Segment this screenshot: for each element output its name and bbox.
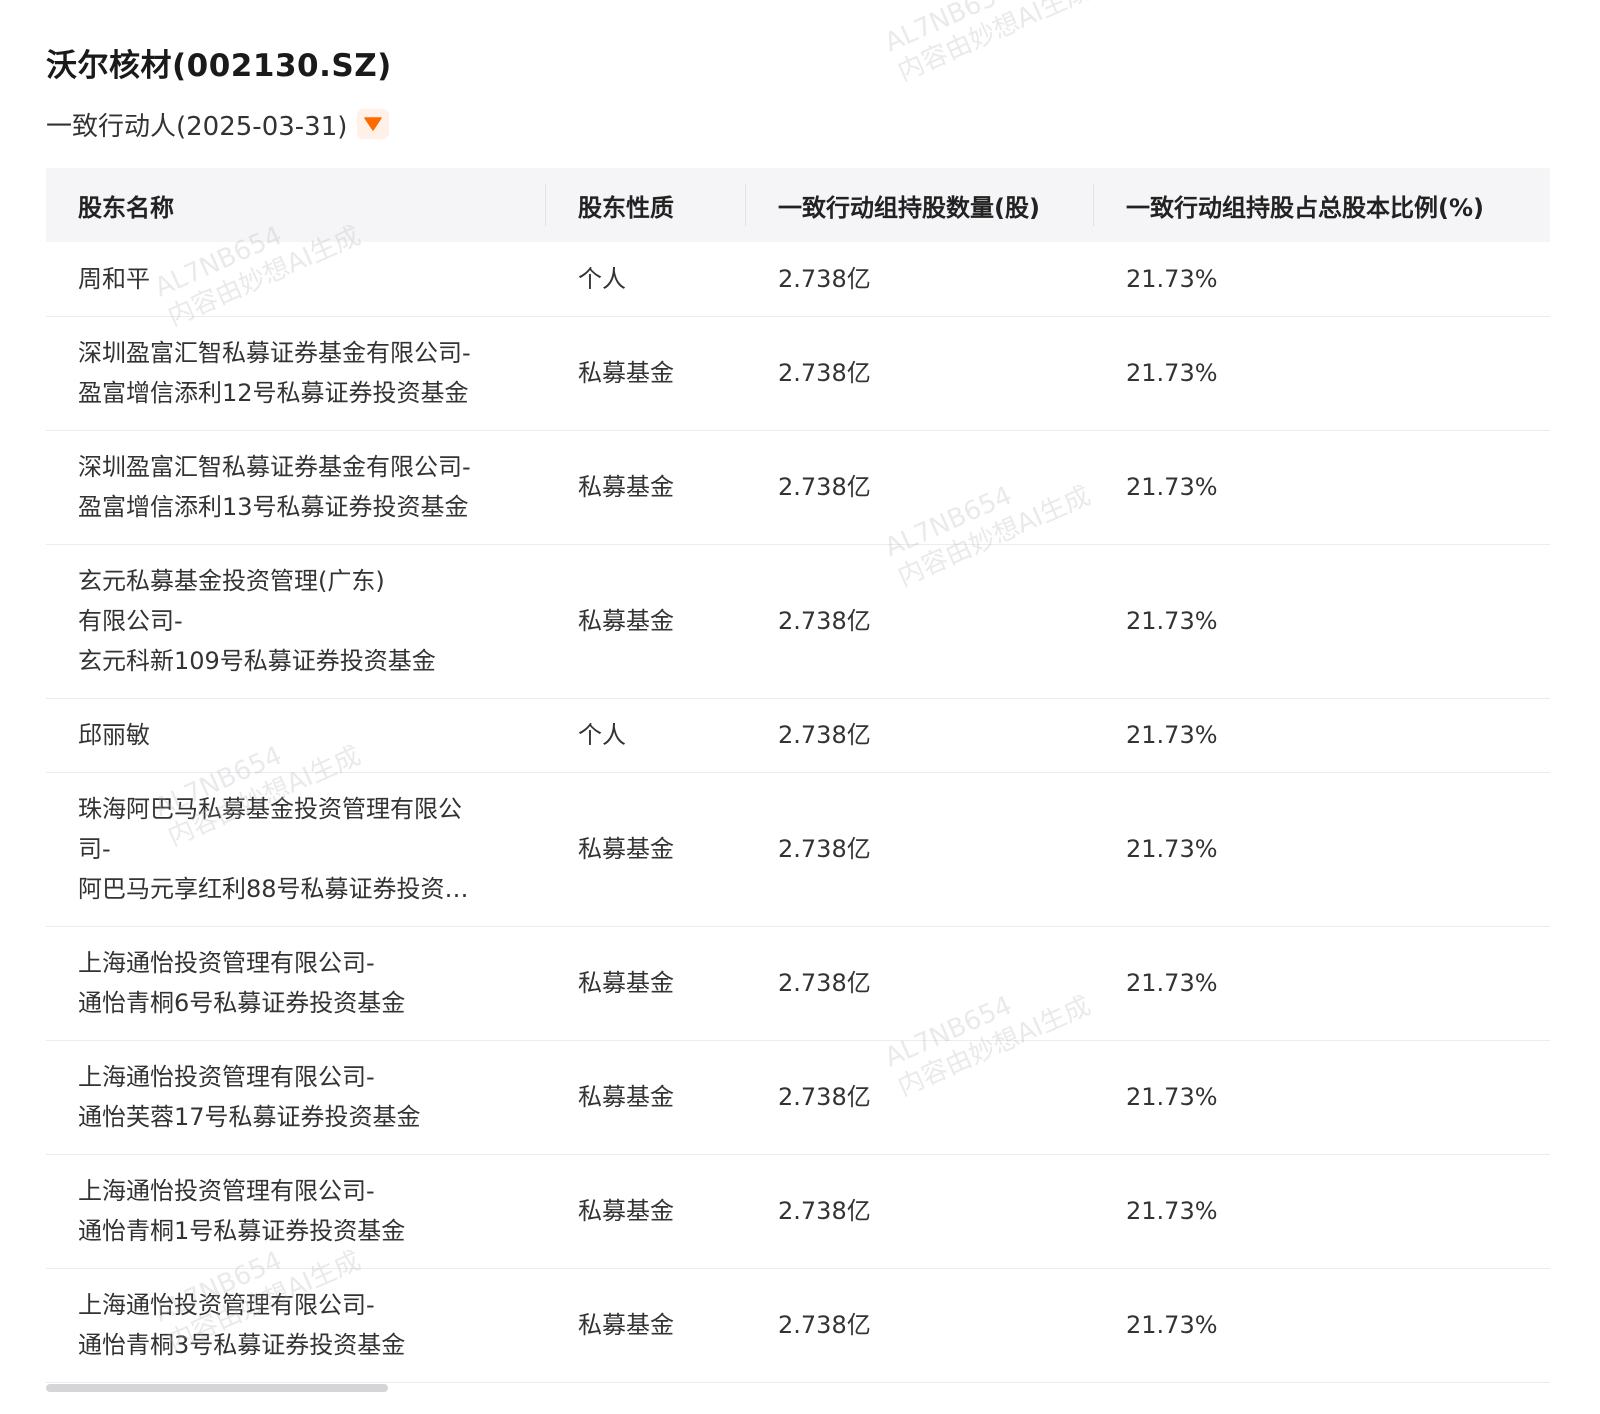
- cell-share-count: 2.738亿: [746, 698, 1094, 773]
- shareholder-name-line: 有限公司-: [78, 607, 183, 635]
- cell-share-ratio: 21.73%: [1094, 1268, 1550, 1383]
- shareholder-name-line: 盈富增信添利12号私募证券投资基金: [78, 379, 469, 407]
- cell-shareholder-name: 玄元私募基金投资管理(广东) 有限公司- 玄元科新109号私募证券投资基金: [46, 544, 546, 699]
- cell-shareholder-type: 私募基金: [546, 1268, 746, 1383]
- column-header-shares: 一致行动组持股数量(股): [746, 168, 1094, 242]
- cell-share-ratio: 21.73%: [1094, 698, 1550, 773]
- cell-shareholder-name: 深圳盈富汇智私募证券基金有限公司- 盈富增信添利12号私募证券投资基金: [46, 316, 546, 431]
- table-row[interactable]: 邱丽敏 个人 2.738亿 21.73%: [46, 698, 1550, 773]
- cell-shareholder-type: 私募基金: [546, 430, 746, 545]
- cell-share-count: 2.738亿: [746, 544, 1094, 699]
- cell-share-count: 2.738亿: [746, 1154, 1094, 1269]
- shareholder-name-line: 深圳盈富汇智私募证券基金有限公司-: [78, 453, 471, 481]
- shareholder-name-line: 周和平: [78, 264, 150, 293]
- cell-share-ratio: 21.73%: [1094, 1154, 1550, 1269]
- cell-shareholder-type: 私募基金: [546, 544, 746, 699]
- shareholder-name-line: 玄元科新109号私募证券投资基金: [78, 647, 436, 675]
- shareholder-name-line: 通怡青桐3号私募证券投资基金: [78, 1331, 406, 1359]
- caret-down-icon: [364, 117, 383, 131]
- cell-shareholder-name: 珠海阿巴马私募基金投资管理有限公 司- 阿巴马元享红利88号私募证券投资…: [46, 772, 546, 927]
- table-row[interactable]: 上海通怡投资管理有限公司- 通怡青桐3号私募证券投资基金 私募基金 2.738亿 21.…: [46, 1268, 1550, 1383]
- cell-shareholder-type: 私募基金: [546, 1040, 746, 1155]
- table-row[interactable]: 上海通怡投资管理有限公司- 通怡芙蓉17号私募证券投资基金 私募基金 2.738亿 21…: [46, 1040, 1550, 1155]
- cell-share-ratio: 21.73%: [1094, 316, 1550, 431]
- table-row[interactable]: 深圳盈富汇智私募证券基金有限公司- 盈富增信添利13号私募证券投资基金 私募基金 2.…: [46, 430, 1550, 545]
- cell-shareholder-type: 私募基金: [546, 316, 746, 431]
- cell-shareholder-name: 上海通怡投资管理有限公司- 通怡青桐1号私募证券投资基金: [46, 1154, 546, 1269]
- shareholder-name-line: 珠海阿巴马私募基金投资管理有限公: [78, 795, 462, 823]
- table-row[interactable]: 上海通怡投资管理有限公司- 通怡青桐6号私募证券投资基金 私募基金 2.738亿 21.…: [46, 926, 1550, 1041]
- shareholder-name-line: 上海通怡投资管理有限公司-: [78, 1291, 375, 1319]
- shareholder-name-line: 盈富增信添利13号私募证券投资基金: [78, 493, 469, 521]
- cell-shareholder-type: 私募基金: [546, 772, 746, 927]
- table-row[interactable]: 珠海阿巴马私募基金投资管理有限公 司- 阿巴马元享红利88号私募证券投资… 私募基金 2…: [46, 772, 1550, 927]
- cell-share-count: 2.738亿: [746, 316, 1094, 431]
- cell-share-ratio: 21.73%: [1094, 772, 1550, 927]
- table-row[interactable]: 上海通怡投资管理有限公司- 通怡青桐1号私募证券投资基金 私募基金 2.738亿 21.…: [46, 1154, 1550, 1269]
- report-period-selector[interactable]: 一致行动人(2025-03-31): [46, 106, 390, 142]
- cell-share-count: 2.738亿: [746, 430, 1094, 545]
- cell-share-count: 2.738亿: [746, 1040, 1094, 1155]
- shareholder-name-line: 上海通怡投资管理有限公司-: [78, 1063, 375, 1091]
- table-row[interactable]: 周和平 个人 2.738亿 21.73%: [46, 242, 1550, 317]
- page-title: 沃尔核材(002130.SZ): [46, 48, 392, 84]
- table-header-row: 股东名称 股东性质 一致行动组持股数量(股) 一致行动组持股占总股本比例(%): [46, 168, 1550, 242]
- cell-shareholder-name: 周和平: [46, 242, 546, 317]
- shareholder-name-line: 通怡青桐6号私募证券投资基金: [78, 989, 406, 1017]
- shareholder-card: 沃尔核材(002130.SZ) 一致行动人(2025-03-31) 股东名称 股…: [0, 0, 1580, 1414]
- cell-share-ratio: 21.73%: [1094, 430, 1550, 545]
- cell-shareholder-name: 邱丽敏: [46, 698, 546, 773]
- cell-share-count: 2.738亿: [746, 242, 1094, 317]
- cell-share-count: 2.738亿: [746, 772, 1094, 927]
- horizontal-scrollbar[interactable]: [46, 1384, 1550, 1392]
- cell-share-ratio: 21.73%: [1094, 1040, 1550, 1155]
- cell-shareholder-type: 私募基金: [546, 926, 746, 1041]
- scrollbar-thumb[interactable]: [46, 1384, 388, 1392]
- table-row[interactable]: 玄元私募基金投资管理(广东) 有限公司- 玄元科新109号私募证券投资基金 私募基金 2…: [46, 544, 1550, 699]
- shareholder-name-line: 上海通怡投资管理有限公司-: [78, 1177, 375, 1205]
- shareholder-name-line: 深圳盈富汇智私募证券基金有限公司-: [78, 339, 471, 367]
- shareholder-table: 股东名称 股东性质 一致行动组持股数量(股) 一致行动组持股占总股本比例(%) …: [46, 168, 1550, 1383]
- report-period-label: 一致行动人(2025-03-31): [46, 111, 348, 142]
- cell-shareholder-type: 个人: [546, 698, 746, 773]
- watermark: AL7NB654 内容由妙想AI生成: [880, 0, 1096, 88]
- cell-shareholder-name: 深圳盈富汇智私募证券基金有限公司- 盈富增信添利13号私募证券投资基金: [46, 430, 546, 545]
- column-header-name: 股东名称: [46, 168, 546, 242]
- shareholder-name-line: 邱丽敏: [78, 721, 150, 749]
- shareholder-name-line: 司-: [78, 835, 111, 863]
- cell-shareholder-name: 上海通怡投资管理有限公司- 通怡芙蓉17号私募证券投资基金: [46, 1040, 546, 1155]
- shareholder-name-line: 上海通怡投资管理有限公司-: [78, 949, 375, 977]
- cell-shareholder-type: 私募基金: [546, 1154, 746, 1269]
- column-header-type: 股东性质: [546, 168, 746, 242]
- shareholder-table-container[interactable]: 股东名称 股东性质 一致行动组持股数量(股) 一致行动组持股占总股本比例(%) …: [46, 168, 1550, 1384]
- cell-share-count: 2.738亿: [746, 926, 1094, 1041]
- column-header-ratio: 一致行动组持股占总股本比例(%): [1094, 168, 1550, 242]
- period-dropdown-button[interactable]: [357, 109, 390, 139]
- cell-share-ratio: 21.73%: [1094, 544, 1550, 699]
- cell-share-count: 2.738亿: [746, 1268, 1094, 1383]
- cell-shareholder-name: 上海通怡投资管理有限公司- 通怡青桐3号私募证券投资基金: [46, 1268, 546, 1383]
- shareholder-name-line: 通怡青桐1号私募证券投资基金: [78, 1217, 406, 1245]
- cell-share-ratio: 21.73%: [1094, 242, 1550, 317]
- cell-share-ratio: 21.73%: [1094, 926, 1550, 1041]
- shareholder-name-line: 通怡芙蓉17号私募证券投资基金: [78, 1103, 421, 1131]
- cell-shareholder-name: 上海通怡投资管理有限公司- 通怡青桐6号私募证券投资基金: [46, 926, 546, 1041]
- table-row[interactable]: 深圳盈富汇智私募证券基金有限公司- 盈富增信添利12号私募证券投资基金 私募基金 2.…: [46, 316, 1550, 431]
- page: 沃尔核材(002130.SZ) 一致行动人(2025-03-31) 股东名称 股…: [0, 0, 1600, 1414]
- shareholder-name-line: 阿巴马元享红利88号私募证券投资…: [78, 875, 469, 903]
- table-body: 周和平 个人 2.738亿 21.73% 深圳盈富汇智私募证券基金有限公司- 盈富增信添利…: [46, 242, 1550, 1383]
- cell-shareholder-type: 个人: [546, 242, 746, 317]
- shareholder-name-line: 玄元私募基金投资管理(广东): [78, 567, 385, 595]
